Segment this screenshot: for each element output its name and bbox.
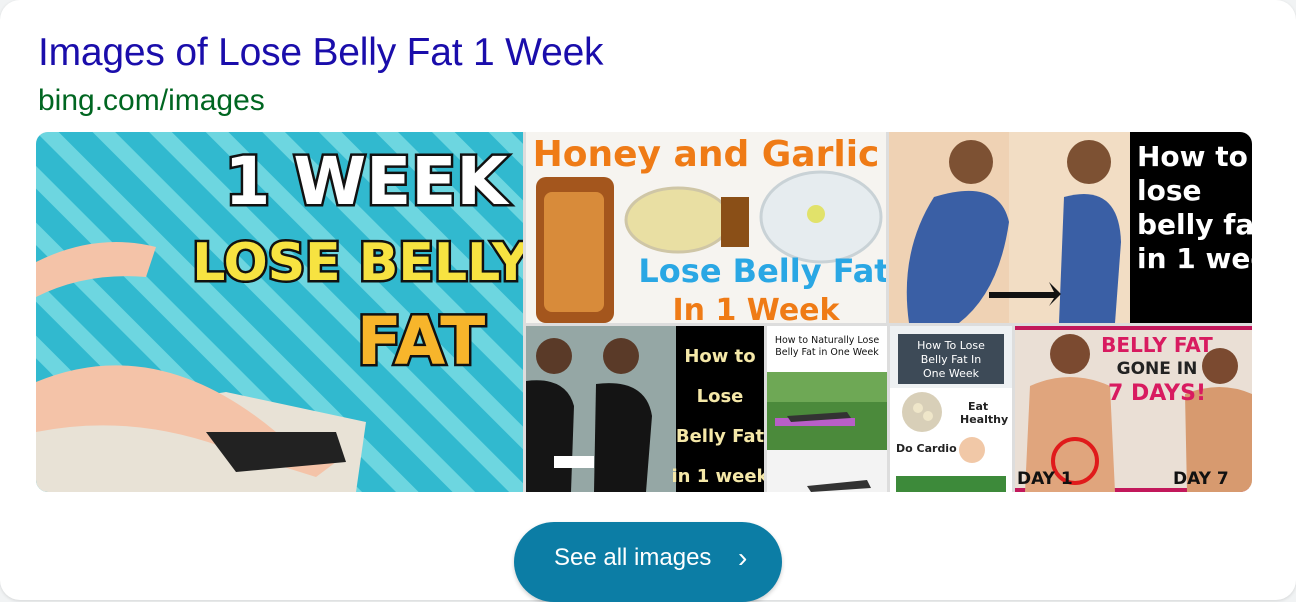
thumb-naturally-lose-belly-fat: How to Naturally Lose Belly Fat in One W… — [767, 326, 887, 492]
see-all-images-button[interactable]: See all images › — [514, 522, 782, 602]
image-tile-5[interactable]: How to Naturally Lose Belly Fat in One W… — [767, 326, 887, 492]
thumb-4-line-1: How to — [684, 346, 755, 367]
thumb-how-to-lose-belly-fat-in-1-week: How to Lose Belly Fat in 1 week — [526, 326, 764, 492]
thumb-6-line-6: Do Cardio — [896, 442, 957, 455]
thumb-2-line-1: Honey and Garlic — [533, 134, 880, 175]
thumb-1-line-2: LOSE BELLY — [192, 233, 523, 293]
thumb-1-week-lose-belly-fat: 1 WEEK LOSE BELLY FAT — [36, 132, 523, 492]
image-tile-3[interactable]: How to lose belly fat in 1 week — [889, 132, 1252, 323]
thumb-belly-fat-gone-in-7-days: BELLY FAT GONE IN 7 DAYS! DAY 1 DAY 7 — [1015, 326, 1252, 492]
thumb-4-line-4: in 1 week — [671, 466, 764, 487]
thumb-7-line-1: BELLY FAT — [1101, 333, 1213, 357]
image-tile-4[interactable]: How to Lose Belly Fat in 1 week — [526, 326, 764, 492]
thumb-6-line-4: Eat — [968, 400, 988, 413]
thumb-5-line-2: Belly Fat in One Week — [775, 347, 879, 358]
thumb-honey-and-garlic: Honey and Garlic Lose Belly Fat In 1 Wee… — [526, 132, 886, 323]
chevron-right-icon: › — [738, 542, 748, 573]
thumb-3-line-3: belly fat — [1137, 208, 1252, 241]
thumb-1-line-3: FAT — [357, 303, 486, 380]
thumb-1-line-1: 1 WEEK — [224, 143, 510, 220]
thumb-4-line-2: Lose — [697, 386, 744, 407]
image-tile-7[interactable]: BELLY FAT GONE IN 7 DAYS! DAY 1 DAY 7 — [1015, 326, 1252, 492]
image-results-card: Images of Lose Belly Fat 1 Week bing.com… — [0, 0, 1296, 602]
thumb-5-line-1: How to Naturally Lose — [775, 335, 880, 346]
thumb-7-line-5: DAY 7 — [1173, 469, 1229, 489]
thumb-7-line-2: GONE IN — [1117, 359, 1198, 379]
thumb-7-line-3: 7 DAYS! — [1108, 381, 1206, 406]
result-title-link[interactable]: Images of Lose Belly Fat 1 Week — [38, 30, 604, 76]
thumb-2-line-3: In 1 Week — [673, 293, 841, 323]
image-tile-6[interactable]: How To Lose Belly Fat In One Week Eat He… — [890, 326, 1012, 492]
image-tile-1[interactable]: 1 WEEK LOSE BELLY FAT — [36, 132, 523, 492]
thumb-3-line-4: in 1 week — [1137, 242, 1252, 275]
thumb-how-to-lose-belly-fat-one-week: How To Lose Belly Fat In One Week Eat He… — [890, 326, 1012, 492]
see-all-images-label: See all images — [554, 544, 712, 571]
thumb-how-to-lose-belly-fat-1-week: How to lose belly fat in 1 week — [889, 132, 1252, 323]
image-grid: 1 WEEK LOSE BELLY FAT Honey and Garlic L… — [36, 132, 1252, 492]
thumb-2-line-2: Lose Belly Fat — [638, 252, 886, 290]
image-tile-2[interactable]: Honey and Garlic Lose Belly Fat In 1 Wee… — [526, 132, 886, 323]
thumb-6-line-5: Healthy — [960, 413, 1008, 426]
thumb-6-line-1: How To Lose — [917, 339, 985, 352]
thumb-7-line-4: DAY 1 — [1017, 469, 1073, 489]
thumb-6-line-2: Belly Fat In — [921, 353, 982, 366]
thumb-3-line-1: How to — [1137, 140, 1248, 173]
thumb-3-line-2: lose — [1137, 174, 1202, 207]
source-url: bing.com/images — [38, 84, 265, 117]
thumb-6-line-3: One Week — [923, 367, 980, 380]
thumb-4-line-3: Belly Fat — [676, 426, 764, 447]
